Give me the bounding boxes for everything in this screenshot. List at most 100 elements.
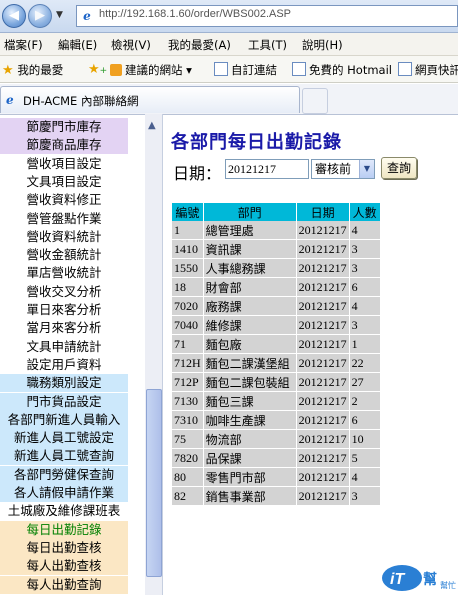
scroll-up-icon[interactable]: ▲ — [148, 120, 156, 131]
svg-text:幫忙: 幫忙 — [440, 580, 456, 590]
table-row: 712H 麵包二課漢堡組 20121217 22 — [172, 353, 381, 373]
table-cell: 7040 — [172, 315, 204, 335]
menu-view[interactable]: 檢視(V) — [111, 37, 151, 53]
menu-help[interactable]: 說明(H) — [302, 37, 343, 53]
custom-links-link[interactable]: 自訂連結 — [214, 62, 277, 78]
sidebar-item[interactable]: 營收交叉分析 — [0, 282, 128, 301]
table-cell: 麵包二課包裝組 — [203, 372, 297, 392]
ie-page-icon: e — [6, 93, 14, 107]
sidebar-item[interactable]: 文具申請統計 — [0, 337, 128, 356]
date-input[interactable]: 20121217 — [225, 159, 309, 179]
menu-edit[interactable]: 編輯(E) — [58, 37, 97, 53]
suggested-sites-link[interactable]: 建議的網站 ▾ — [110, 62, 192, 78]
sidebar-item[interactable]: 每人出勤查核 — [0, 557, 128, 576]
table-cell: 22 — [349, 353, 381, 373]
table-cell: 人事總務課 — [203, 258, 297, 278]
back-button[interactable]: ◀ — [2, 4, 26, 28]
sidebar-item[interactable]: 節慶門市庫存 — [0, 118, 128, 136]
table-cell: 3 — [349, 258, 381, 278]
menu-tools[interactable]: 工具(T) — [248, 37, 287, 53]
table-cell: 20121217 — [296, 296, 350, 316]
sidebar-item[interactable]: 職務類別設定 — [0, 374, 128, 393]
table-cell: 4 — [349, 467, 381, 487]
sidebar-item[interactable]: 新進人員工號查詢 — [0, 447, 128, 466]
tab-bar: e DH-ACME 內部聯絡網 — [0, 84, 458, 115]
page-icon — [398, 62, 412, 76]
sidebar-item[interactable]: 單日來客分析 — [0, 301, 128, 319]
table-cell: 廠務課 — [203, 296, 297, 316]
svg-text:幫: 幫 — [423, 571, 437, 588]
sidebar-item[interactable]: 營收資料修正 — [0, 191, 128, 210]
table-cell: 20121217 — [296, 448, 350, 468]
sidebar-item[interactable]: 每人出勤查詢 — [0, 575, 128, 594]
table-cell: 7130 — [172, 391, 204, 411]
table-cell: 7310 — [172, 410, 204, 430]
table-cell: 資訊課 — [203, 239, 297, 259]
table-cell: 6 — [349, 277, 381, 297]
table-cell: 7820 — [172, 448, 204, 468]
sidebar-item[interactable]: 當月來客分析 — [0, 319, 128, 338]
chevron-down-icon[interactable]: ▼ — [359, 160, 374, 178]
suggested-sites-icon — [110, 64, 122, 76]
table-cell: 18 — [172, 277, 204, 297]
sidebar-item[interactable]: 單店營收統計 — [0, 264, 128, 283]
col-header-dept: 部門 — [203, 203, 297, 221]
menu-bar: 檔案(F) 編輯(E) 檢視(V) 我的最愛(A) 工具(T) 說明(H) — [0, 33, 458, 56]
url-field[interactable]: e http://192.168.1.60/order/WBS002.ASP — [76, 5, 458, 27]
table-cell: 麵包廠 — [203, 334, 297, 354]
table-row: 82 銷售事業部 20121217 3 — [172, 486, 381, 506]
left-frame-scrollbar[interactable]: ▲ — [145, 114, 163, 595]
web-slice-link[interactable]: 網頁快訊 — [398, 62, 458, 78]
table-row: 1550 人事總務課 20121217 3 — [172, 258, 381, 278]
table-cell: 20121217 — [296, 467, 350, 487]
forward-button[interactable]: ▶ — [28, 4, 52, 28]
sidebar-item[interactable]: 節慶商品庫存 — [0, 136, 128, 155]
sidebar-item[interactable]: 營收金額統計 — [0, 246, 128, 265]
table-cell: 20121217 — [296, 277, 350, 297]
table-cell: 7020 — [172, 296, 204, 316]
tab-current[interactable]: e DH-ACME 內部聯絡網 — [0, 86, 300, 113]
table-row: 7040 維修課 20121217 3 — [172, 315, 381, 335]
table-cell: 20121217 — [296, 353, 350, 373]
sidebar-item[interactable]: 每日出勤查核 — [0, 538, 128, 557]
query-button[interactable]: 查詢 — [381, 157, 417, 179]
table-cell: 總管理處 — [203, 221, 297, 240]
favorites-button[interactable]: ★ 我的最愛 — [2, 62, 63, 78]
sidebar-item[interactable]: 每日出勤記錄 — [0, 520, 128, 539]
table-cell: 20121217 — [296, 410, 350, 430]
sidebar-item[interactable]: 文具項目設定 — [0, 172, 128, 191]
table-cell: 3 — [349, 486, 381, 506]
sidebar-item[interactable]: 設定用戶資料 — [0, 355, 128, 374]
new-tab-button[interactable] — [302, 88, 328, 114]
table-row: 7020 廠務課 20121217 4 — [172, 296, 381, 316]
table-row: 712P 麵包二課包裝組 20121217 27 — [172, 372, 381, 392]
table-cell: 20121217 — [296, 486, 350, 506]
sidebar-item[interactable]: 門市貨品設定 — [0, 392, 128, 411]
table-row: 18 財會部 20121217 6 — [172, 277, 381, 297]
history-dropdown-icon[interactable]: ▼ — [56, 10, 63, 20]
menu-favorites[interactable]: 我的最愛(A) — [168, 37, 231, 53]
table-cell: 銷售事業部 — [203, 486, 297, 506]
sidebar-item[interactable]: 土城廠及維修課班表 — [0, 502, 128, 521]
ithome-watermark-logo: iT 幫 幫忙 — [382, 565, 456, 591]
scrollbar-thumb[interactable] — [146, 389, 162, 577]
main-content: 各部門每日出勤記錄 日期： 20121217 審核前 ▼ 查詢 編號 部門 日期… — [163, 114, 458, 595]
sidebar-item[interactable]: 各部門新進人員輸入 — [0, 410, 128, 429]
table-row: 80 零售門市部 20121217 4 — [172, 467, 381, 487]
status-select[interactable]: 審核前 ▼ — [311, 159, 375, 179]
table-cell: 麵包三課 — [203, 391, 297, 411]
sidebar-item[interactable]: 各人請假申請作業 — [0, 484, 128, 502]
hotmail-link[interactable]: 免費的 Hotmail — [292, 62, 392, 78]
sidebar-item[interactable]: 營收資料統計 — [0, 227, 128, 246]
table-cell: 1410 — [172, 239, 204, 259]
ie-page-icon: e — [83, 9, 91, 23]
table-cell: 麵包二課漢堡組 — [203, 353, 297, 373]
sidebar-item[interactable]: 營收項目設定 — [0, 154, 128, 173]
add-favorite-icon[interactable]: ★+ — [88, 62, 107, 77]
menu-file[interactable]: 檔案(F) — [4, 37, 43, 53]
sidebar-item[interactable]: 營管盤點作業 — [0, 209, 128, 228]
date-label: 日期： — [173, 164, 222, 183]
sidebar-item[interactable]: 各部門勞健保查詢 — [0, 465, 128, 484]
sidebar-item[interactable]: 新進人員工號設定 — [0, 429, 128, 448]
table-cell: 4 — [349, 296, 381, 316]
